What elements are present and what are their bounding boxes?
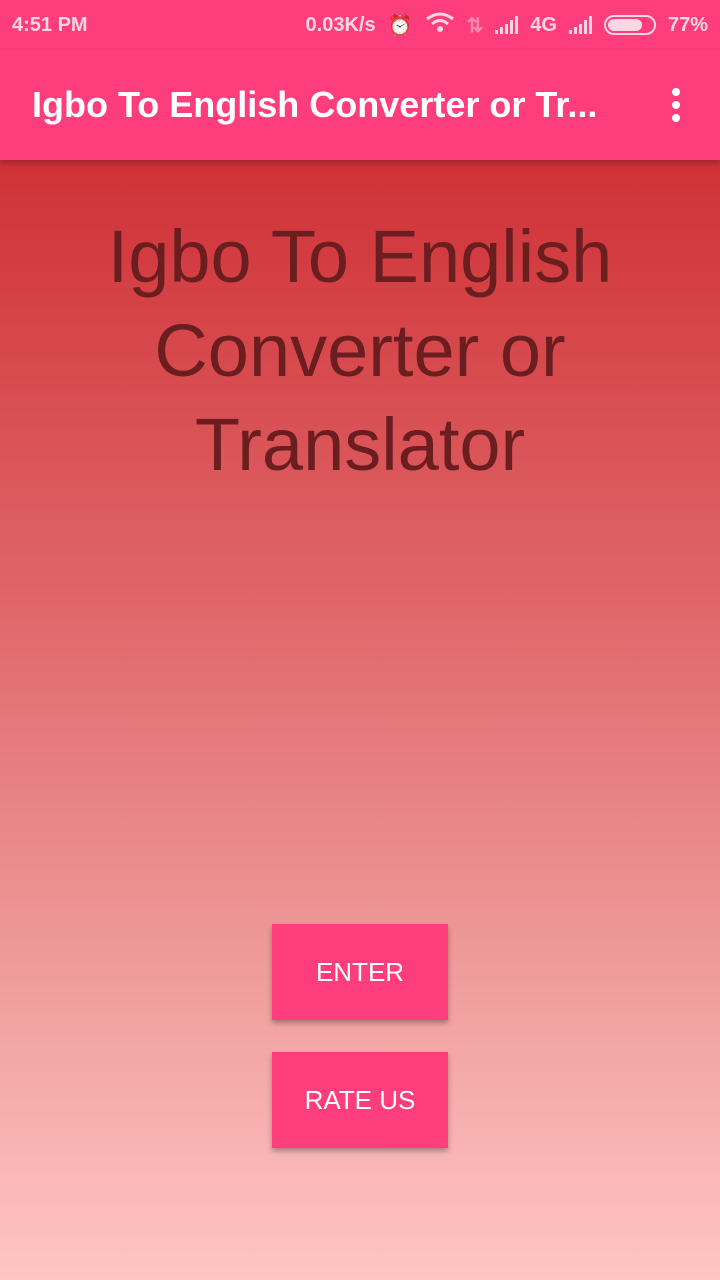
overflow-menu-icon[interactable] [664,80,688,130]
net-speed: 0.03K/s [305,13,376,36]
rate-us-button[interactable]: RATE US [272,1052,448,1148]
app-bar: Igbo To English Converter or Tr... [0,50,720,160]
app-title: Igbo To English Converter or Tr... [32,84,598,125]
data-activity-icon: ⇅ [466,14,484,37]
alarm-icon: ⏰ [387,14,413,37]
enter-button[interactable]: ENTER [272,924,448,1020]
battery-fill [607,19,642,31]
page-headline: Igbo To English Converter or Translator [107,215,613,486]
status-bar: 4:51 PM 0.03K/s ⏰ ⇅ 4G 77% [0,0,720,50]
status-icons: 0.03K/s ⏰ ⇅ 4G 77% [306,11,708,39]
battery-percent: 77% [667,13,708,36]
status-time: 4:51 PM [12,13,88,36]
signal-icon [568,16,592,34]
main-content: Igbo To English Converter or Translator … [0,160,720,1280]
signal-icon [495,16,519,34]
wifi-icon [425,11,455,39]
network-type: 4G [530,13,557,36]
battery-icon [603,15,656,35]
